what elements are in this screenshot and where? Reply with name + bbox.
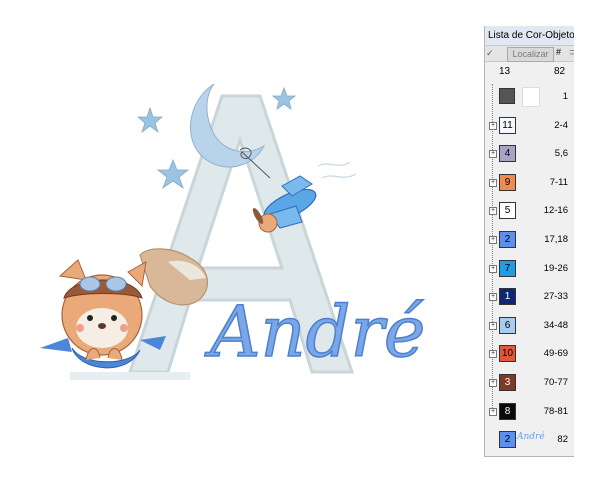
- color-swatch[interactable]: 8: [499, 402, 516, 420]
- color-swatch[interactable]: 10: [499, 345, 516, 363]
- expand-icon[interactable]: +: [489, 407, 497, 416]
- expand-icon[interactable]: +: [489, 350, 497, 359]
- objects-count: 82: [554, 66, 566, 77]
- expand-icon[interactable]: +: [489, 379, 497, 387]
- check-icon[interactable]: ✓: [486, 48, 494, 59]
- expand-icon[interactable]: +: [489, 150, 497, 159]
- expand-icon[interactable]: +: [489, 264, 497, 273]
- color-row[interactable]: +2 17,18: [485, 227, 574, 255]
- color-row[interactable]: +4 5,6: [485, 141, 574, 169]
- color-swatch[interactable]: 7: [499, 259, 516, 277]
- color-row[interactable]: +3 70-77: [485, 370, 574, 398]
- color-object-list-panel: Lista de Cor-Objeto ✓ Localizar # ⊃ 13 8…: [484, 26, 574, 457]
- color-row[interactable]: +1 27-33: [485, 284, 574, 312]
- object-range: 70-77: [543, 377, 568, 388]
- color-swatch[interactable]: 4: [499, 145, 516, 163]
- scroll-right-icon[interactable]: ⊃: [569, 47, 574, 58]
- color-swatch[interactable]: 3: [499, 374, 516, 391]
- object-range: 2-4: [554, 119, 568, 131]
- localizar-button[interactable]: Localizar: [507, 47, 554, 62]
- color-row[interactable]: +7 19-26: [485, 256, 574, 284]
- panel-toolbar: ✓ Localizar # ⊃: [485, 45, 574, 62]
- color-row[interactable]: +5 12-16: [485, 198, 574, 226]
- object-thumbnail-text: André: [517, 432, 545, 443]
- expand-icon[interactable]: +: [489, 293, 497, 302]
- color-swatch[interactable]: 2: [499, 431, 516, 449]
- object-range: 1: [562, 91, 568, 102]
- color-row[interactable]: +11 2-4: [485, 113, 574, 141]
- color-swatch[interactable]: 9: [499, 173, 516, 191]
- color-swatch[interactable]: 5: [499, 202, 516, 220]
- name-text: André: [204, 291, 425, 373]
- color-row[interactable]: +8 78-81: [485, 399, 574, 427]
- color-swatch[interactable]: 1: [499, 288, 516, 306]
- expand-icon[interactable]: +: [489, 207, 497, 216]
- object-range: 5,6: [554, 148, 568, 160]
- color-swatch[interactable]: 11: [499, 116, 516, 134]
- color-swatch[interactable]: 2: [499, 231, 516, 248]
- object-range: 78-81: [543, 405, 568, 417]
- object-range: 27-33: [543, 291, 568, 303]
- color-row[interactable]: +6 34-48: [485, 313, 574, 341]
- colors-count: 13: [499, 66, 511, 77]
- object-thumbnail: [522, 87, 540, 107]
- object-range: 82: [557, 434, 568, 446]
- object-range: 7-11: [549, 176, 568, 188]
- color-row[interactable]: +9 7-11: [485, 170, 574, 198]
- embroidery-canvas[interactable]: André: [0, 0, 470, 486]
- object-range: 19-26: [543, 262, 568, 274]
- panel-title: Lista de Cor-Objeto: [485, 26, 574, 45]
- color-row[interactable]: 1: [485, 84, 574, 112]
- color-row[interactable]: +10 49-69: [485, 341, 574, 369]
- design-thumbnail: [499, 88, 515, 104]
- expand-icon[interactable]: +: [489, 236, 497, 244]
- object-range: 12-16: [543, 205, 568, 217]
- expand-icon[interactable]: +: [489, 321, 497, 330]
- object-range: 49-69: [543, 348, 568, 360]
- color-row[interactable]: 2 André 82: [485, 427, 574, 455]
- hash-column-header[interactable]: #: [556, 47, 561, 57]
- expand-icon[interactable]: +: [489, 121, 497, 130]
- color-swatch[interactable]: 6: [499, 316, 516, 334]
- object-range: 34-48: [543, 319, 568, 331]
- expand-icon[interactable]: +: [489, 178, 497, 187]
- object-range: 17,18: [544, 234, 568, 245]
